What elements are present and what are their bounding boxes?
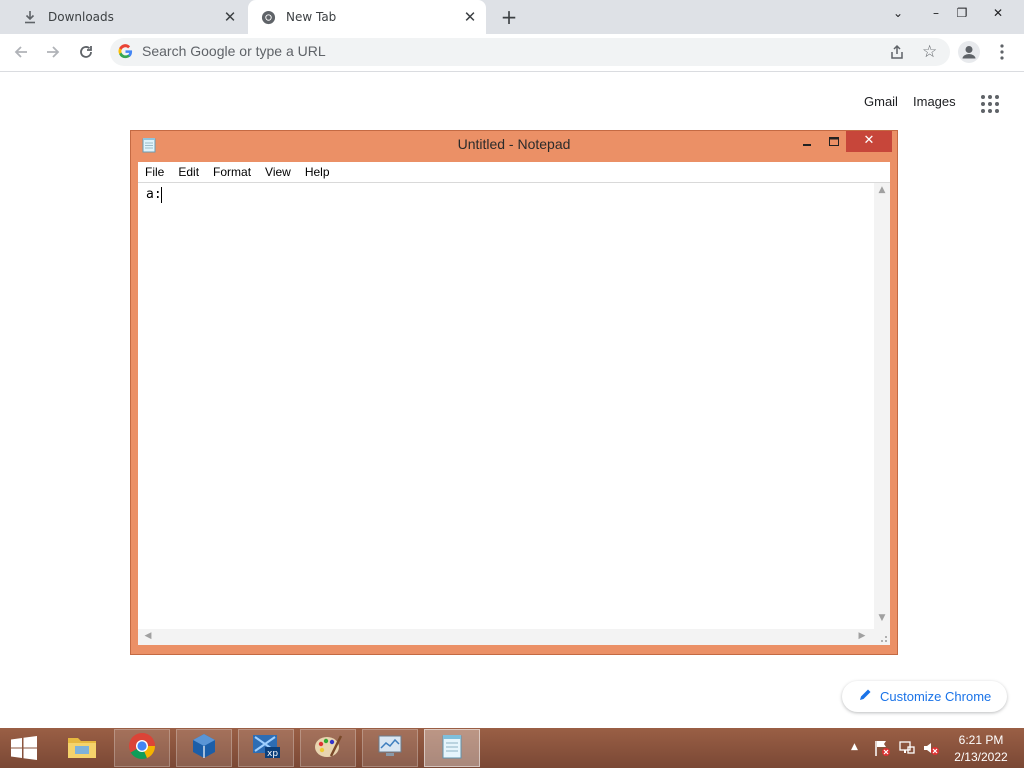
- pencil-icon: [858, 688, 872, 706]
- menu-help[interactable]: Help: [298, 165, 337, 179]
- chrome-icon: [128, 732, 156, 764]
- taskbar-paint[interactable]: [300, 729, 356, 767]
- notepad-text-area[interactable]: a:: [138, 183, 874, 629]
- scroll-left-icon[interactable]: ◀: [140, 631, 156, 641]
- tab-search-icon[interactable]: ⌄: [884, 2, 912, 24]
- minimize-icon[interactable]: –: [922, 2, 950, 24]
- paint-icon: [313, 732, 343, 764]
- notepad-title: Untitled - Notepad: [457, 136, 571, 152]
- close-icon[interactable]: ✕: [222, 9, 238, 25]
- virtualbox-icon: [190, 732, 218, 764]
- horizontal-scrollbar[interactable]: ◀ ▶: [138, 629, 874, 645]
- close-icon[interactable]: ✕: [984, 2, 1012, 24]
- back-icon[interactable]: [8, 39, 34, 65]
- gmail-link[interactable]: Gmail: [864, 94, 898, 109]
- restore-icon[interactable]: ❐: [948, 2, 976, 24]
- text-caret: [161, 187, 162, 203]
- close-button[interactable]: ✕: [846, 131, 892, 152]
- resize-grip-icon[interactable]: [874, 629, 890, 645]
- menu-edit[interactable]: Edit: [171, 165, 206, 179]
- menu-view[interactable]: View: [258, 165, 298, 179]
- svg-text:xp: xp: [267, 749, 278, 759]
- volume-muted-icon[interactable]: [922, 739, 940, 757]
- tab-new-tab[interactable]: New Tab ✕: [248, 0, 486, 34]
- menu-kebab-icon[interactable]: [994, 42, 1010, 62]
- google-icon: [118, 44, 134, 60]
- forward-icon[interactable]: [40, 39, 66, 65]
- taskbar-file-explorer[interactable]: [54, 729, 110, 767]
- notepad-menubar: File Edit Format View Help: [138, 162, 890, 183]
- taskbar-notepad[interactable]: [424, 729, 480, 767]
- reload-icon[interactable]: [73, 39, 99, 65]
- monitor-icon: [375, 732, 405, 764]
- maximize-button[interactable]: [825, 134, 843, 150]
- bookmark-star-icon[interactable]: ☆: [922, 43, 940, 61]
- tab-title: Downloads: [48, 10, 114, 24]
- notepad-icon: [438, 732, 466, 764]
- new-tab-button[interactable]: +: [498, 6, 520, 28]
- action-center-flag-icon[interactable]: [873, 739, 891, 757]
- share-icon[interactable]: [889, 44, 907, 62]
- clock-date[interactable]: 2/13/2022: [946, 750, 1016, 764]
- menu-format[interactable]: Format: [206, 165, 258, 179]
- clock-time[interactable]: 6:21 PM: [946, 733, 1016, 747]
- taskbar-chrome[interactable]: [114, 729, 170, 767]
- scroll-right-icon[interactable]: ▶: [854, 631, 870, 641]
- minimize-button[interactable]: [798, 135, 816, 151]
- notepad-window: Untitled - Notepad ✕ File Edit Format Vi…: [130, 130, 898, 655]
- file-explorer-icon: [66, 732, 98, 764]
- scroll-down-icon[interactable]: ▼: [874, 613, 890, 623]
- taskbar-xp-mode[interactable]: xp: [238, 729, 294, 767]
- download-icon: [22, 9, 38, 25]
- chrome-icon: [260, 9, 276, 25]
- images-link[interactable]: Images: [913, 94, 956, 109]
- omnibox-placeholder: Search Google or type a URL: [142, 43, 326, 59]
- network-icon[interactable]: [898, 739, 916, 757]
- tab-downloads[interactable]: Downloads ✕: [8, 0, 246, 34]
- close-icon[interactable]: ✕: [462, 9, 478, 25]
- customize-chrome-button[interactable]: Customize Chrome: [842, 681, 1007, 712]
- profile-avatar-icon[interactable]: [958, 41, 980, 63]
- taskbar-virtualbox[interactable]: [176, 729, 232, 767]
- tab-title: New Tab: [286, 10, 337, 24]
- windows-start-icon[interactable]: [10, 736, 38, 760]
- vertical-scrollbar[interactable]: ▲ ▼: [874, 183, 890, 629]
- google-apps-icon[interactable]: [980, 94, 1000, 114]
- customize-chrome-label: Customize Chrome: [880, 689, 992, 704]
- xp-mode-icon: xp: [251, 732, 281, 764]
- taskbar-monitor[interactable]: [362, 729, 418, 767]
- scroll-up-icon[interactable]: ▲: [874, 185, 890, 195]
- menu-file[interactable]: File: [138, 165, 171, 179]
- show-hidden-icons-icon[interactable]: ▲: [851, 741, 863, 753]
- notepad-content: a:: [146, 187, 162, 202]
